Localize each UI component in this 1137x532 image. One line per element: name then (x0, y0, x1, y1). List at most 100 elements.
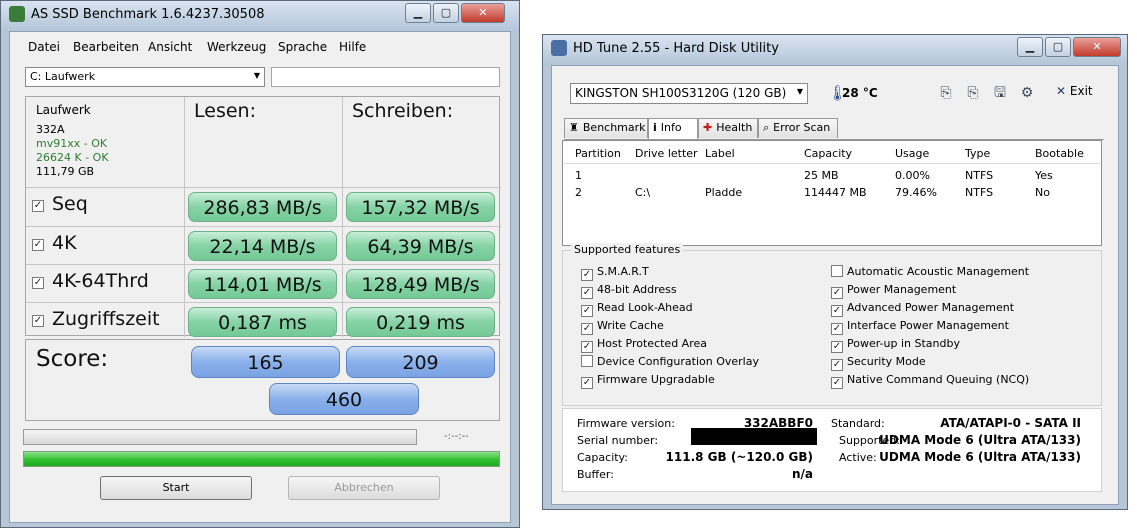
col-drive-letter[interactable]: Drive letter (635, 147, 698, 160)
col-label[interactable]: Label (705, 147, 735, 160)
feature-checkbox[interactable]: ✓ (831, 377, 843, 389)
minimize-button[interactable]: ▁ (405, 3, 431, 23)
header-divider (564, 163, 1100, 164)
maximize-button[interactable]: ▢ (1045, 37, 1071, 57)
exit-label: Exit (1069, 84, 1093, 98)
close-button[interactable]: ✕ (461, 3, 505, 23)
feature-checkbox[interactable]: ✓ (831, 323, 843, 335)
access-time-label: Zugriffszeit (52, 308, 160, 330)
menu-datei[interactable]: Datei (28, 40, 60, 54)
feature-checkbox[interactable] (831, 265, 843, 277)
drive-size: 111,79 GB (36, 165, 95, 178)
access-time-checkbox[interactable]: ✓ (32, 315, 44, 327)
menu-werkzeug[interactable]: Werkzeug (207, 40, 266, 54)
drive-select-value: C: Laufwerk (30, 70, 96, 83)
maximize-button[interactable]: ▢ (433, 3, 459, 23)
options-icon[interactable]: ⚙ (1018, 84, 1036, 102)
buffer-value: n/a (791, 467, 813, 481)
abort-button[interactable]: Abbrechen (288, 476, 440, 500)
feature-checkbox[interactable]: ✓ (831, 341, 843, 353)
tab-error-scan[interactable]: ⌕ Error Scan (758, 118, 838, 138)
feature-item: ✓ Interface Power Management (831, 319, 1009, 335)
grid-divider (26, 302, 501, 303)
save-icon[interactable]: 🖫 (991, 84, 1009, 102)
as-ssd-titlebar[interactable]: AS SSD Benchmark 1.6.4237.30508 ▁ ▢ ✕ (1, 1, 519, 29)
4k-checkbox[interactable]: ✓ (32, 239, 44, 251)
tab-info[interactable]: i Info (648, 118, 698, 139)
copy-all-icon[interactable]: ⎘ (964, 84, 982, 102)
feature-checkbox[interactable]: ✓ (831, 359, 843, 371)
read-header: Lesen: (194, 100, 256, 122)
tab-health[interactable]: ✚ Health (698, 118, 758, 138)
col-bootable[interactable]: Bootable (1035, 147, 1084, 160)
copy-icon[interactable]: ⎘ (937, 84, 955, 102)
feature-checkbox[interactable] (581, 355, 593, 367)
standard-label: Standard: (831, 417, 885, 430)
menu-sprache[interactable]: Sprache (278, 40, 327, 54)
grid-divider (184, 97, 185, 337)
tab-benchmark-label: Benchmark (582, 121, 646, 134)
tab-strip: ♜ Benchmark i Info ✚ Health ⌕ Error Scan (564, 118, 864, 140)
hdtune-drive-select-value: KINGSTON SH100S3120G (120 GB) (575, 86, 787, 100)
tab-benchmark[interactable]: ♜ Benchmark (564, 118, 648, 138)
feature-checkbox[interactable]: ✓ (831, 305, 843, 317)
close-button[interactable]: ✕ (1073, 37, 1121, 57)
feature-label: Security Mode (847, 355, 926, 368)
feature-checkbox[interactable]: ✓ (831, 287, 843, 299)
col-type[interactable]: Type (965, 147, 990, 160)
access-read-result: 0,187 ms (188, 307, 337, 337)
feature-item: Device Configuration Overlay (581, 355, 759, 368)
start-button[interactable]: Start (100, 476, 252, 500)
magnifier-icon: ⌕ (763, 121, 770, 134)
feature-checkbox[interactable]: ✓ (581, 323, 593, 335)
seq-checkbox[interactable]: ✓ (32, 200, 44, 212)
grid-divider (26, 187, 501, 188)
table-row[interactable]: 2 (575, 186, 582, 199)
hdtune-title: HD Tune 2.55 - Hard Disk Utility (573, 41, 779, 56)
feature-item: ✓ Native Command Queuing (NCQ) (831, 373, 1029, 389)
feature-label: Automatic Acoustic Management (847, 265, 1030, 278)
serial-label: Serial number: (577, 434, 659, 447)
feature-checkbox[interactable]: ✓ (581, 287, 593, 299)
capacity-label: Capacity: (577, 451, 628, 464)
feature-item: ✓ Read Look-Ahead (581, 301, 693, 317)
feature-label: Native Command Queuing (NCQ) (847, 373, 1030, 386)
4k64-read-result: 114,01 MB/s (188, 269, 337, 299)
feature-label: Firmware Upgradable (597, 373, 715, 386)
feature-label: Power-up in Standby (847, 337, 960, 350)
hdtune-drive-select[interactable]: KINGSTON SH100S3120G (120 GB) ▼ (570, 83, 808, 104)
table-cell: 114447 MB (804, 186, 867, 199)
drive-select[interactable]: C: Laufwerk ▼ (25, 67, 265, 87)
feature-checkbox[interactable]: ✓ (581, 377, 593, 389)
4k64-checkbox[interactable]: ✓ (32, 277, 44, 289)
menu-bearbeiten[interactable]: Bearbeiten (73, 40, 139, 54)
feature-label: S.M.A.R.T (597, 265, 649, 278)
temperature-value: 28 °C (842, 86, 878, 100)
minimize-button[interactable]: ▁ (1017, 37, 1043, 57)
feature-checkbox[interactable]: ✓ (581, 305, 593, 317)
col-usage[interactable]: Usage (895, 147, 929, 160)
supported-value: UDMA Mode 6 (Ultra ATA/133) (879, 433, 1081, 447)
feature-label: Device Configuration Overlay (597, 355, 759, 368)
hdtune-titlebar[interactable]: HD Tune 2.55 - Hard Disk Utility ▁ ▢ ✕ (543, 35, 1127, 63)
menu-ansicht[interactable]: Ansicht (148, 40, 192, 54)
progress-track (23, 429, 417, 445)
feature-item: ✓ Security Mode (831, 355, 926, 371)
partition-table[interactable]: Partition Drive letter Label Capacity Us… (562, 140, 1102, 246)
score-label: Score: (36, 346, 109, 372)
results-grid: Laufwerk Lesen: Schreiben: 332A mv91xx -… (25, 96, 501, 337)
table-row[interactable]: 1 (575, 169, 582, 182)
menu-hilfe[interactable]: Hilfe (339, 40, 366, 54)
active-value: UDMA Mode 6 (Ultra ATA/133) (879, 450, 1081, 464)
write-header: Schreiben: (352, 100, 454, 122)
feature-item: ✓ Host Protected Area (581, 337, 707, 353)
col-capacity[interactable]: Capacity (804, 147, 852, 160)
feature-checkbox[interactable]: ✓ (581, 269, 593, 281)
feature-checkbox[interactable]: ✓ (581, 341, 593, 353)
table-cell: C:\ (635, 186, 651, 199)
exit-button[interactable]: ✕ Exit (1056, 84, 1093, 104)
4k64-write-result: 128,49 MB/s (346, 269, 495, 299)
col-partition[interactable]: Partition (575, 147, 621, 160)
drive-textbox[interactable] (271, 67, 500, 87)
health-cross-icon: ✚ (703, 121, 713, 134)
